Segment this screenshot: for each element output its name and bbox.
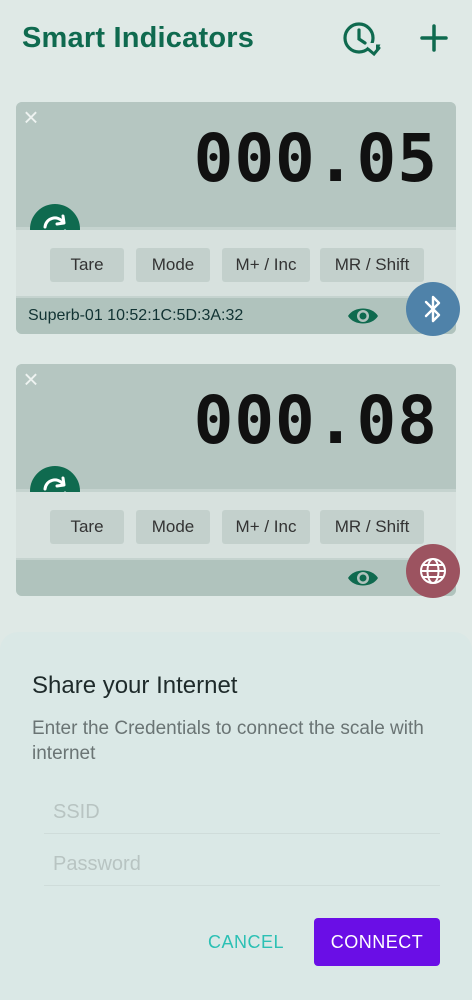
m-plus-inc-button[interactable]: M+ / Inc bbox=[222, 248, 310, 282]
cancel-button[interactable]: CANCEL bbox=[198, 922, 294, 962]
dialog-title: Share your Internet bbox=[32, 672, 238, 699]
mode-button[interactable]: Mode bbox=[136, 510, 210, 544]
indicator-card: × 000.05 Tare Mode M+ / Inc MR / Shift S… bbox=[16, 102, 460, 336]
app-header: Smart Indicators bbox=[0, 0, 472, 80]
history-button[interactable] bbox=[338, 16, 382, 60]
indicator-card: × 000.08 Tare Mode M+ / Inc MR / Shift bbox=[16, 364, 460, 598]
display-panel: × 000.05 bbox=[16, 102, 456, 227]
bluetooth-icon bbox=[424, 295, 441, 323]
mr-shift-button[interactable]: MR / Shift bbox=[320, 510, 424, 544]
weight-reading: 000.08 bbox=[193, 382, 438, 459]
control-buttons: Tare Mode M+ / Inc MR / Shift bbox=[16, 230, 456, 296]
ssid-input[interactable] bbox=[44, 792, 440, 834]
mode-button[interactable]: Mode bbox=[136, 248, 210, 282]
control-buttons: Tare Mode M+ / Inc MR / Shift bbox=[16, 492, 456, 558]
mr-shift-button[interactable]: MR / Shift bbox=[320, 248, 424, 282]
eye-icon[interactable] bbox=[346, 565, 380, 591]
plus-icon bbox=[420, 24, 448, 52]
connect-button[interactable]: CONNECT bbox=[314, 918, 440, 966]
tare-button[interactable]: Tare bbox=[50, 248, 124, 282]
add-button[interactable] bbox=[412, 16, 456, 60]
device-bar: Superb-01 10:52:1C:5D:3A:32 bbox=[16, 298, 456, 334]
close-icon[interactable]: × bbox=[20, 366, 42, 392]
page-title: Smart Indicators bbox=[22, 22, 255, 54]
eye-icon[interactable] bbox=[346, 303, 380, 329]
history-clock-icon bbox=[343, 22, 381, 57]
share-internet-dialog: Share your Internet Enter the Credential… bbox=[0, 632, 472, 1000]
tare-button[interactable]: Tare bbox=[50, 510, 124, 544]
device-bar bbox=[16, 560, 456, 596]
device-label: Superb-01 10:52:1C:5D:3A:32 bbox=[28, 307, 244, 324]
globe-icon bbox=[420, 558, 446, 584]
internet-button[interactable] bbox=[406, 544, 460, 598]
weight-reading: 000.05 bbox=[193, 120, 438, 197]
close-icon[interactable]: × bbox=[20, 104, 42, 130]
m-plus-inc-button[interactable]: M+ / Inc bbox=[222, 510, 310, 544]
bluetooth-button[interactable] bbox=[406, 282, 460, 336]
dialog-message: Enter the Credentials to connect the sca… bbox=[32, 718, 424, 764]
display-panel: × 000.08 bbox=[16, 364, 456, 489]
password-input[interactable] bbox=[44, 844, 440, 886]
app-screen: Smart Indicators × 000.05 Tare Mode M+ /… bbox=[0, 0, 472, 1000]
